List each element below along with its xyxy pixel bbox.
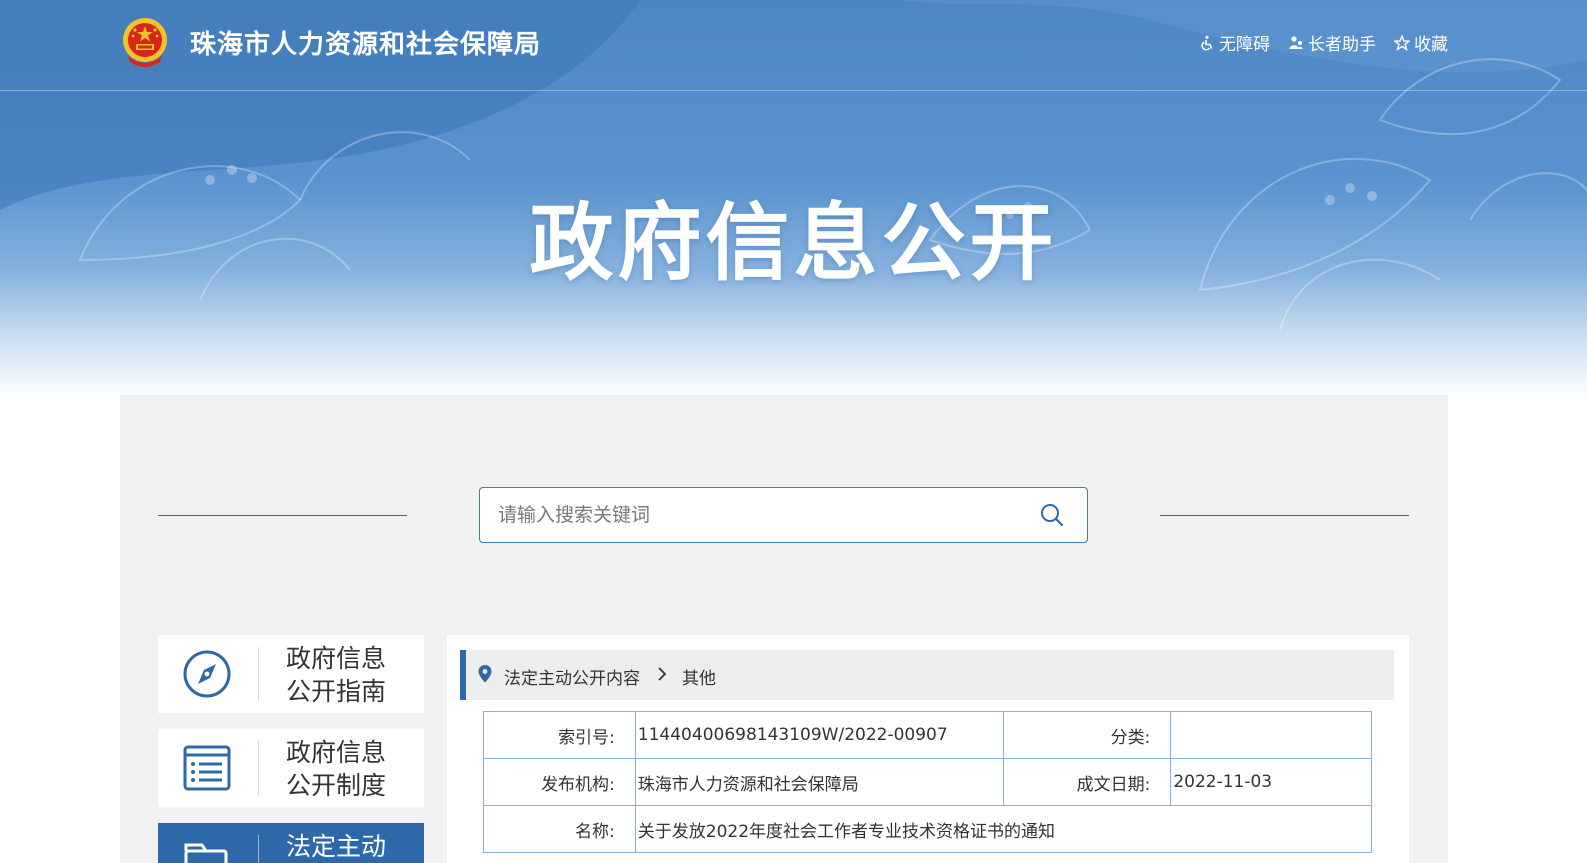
elder-helper-label: 长者助手 bbox=[1308, 35, 1376, 55]
category-value bbox=[1170, 711, 1372, 759]
hero-title: 政府信息公开 bbox=[529, 194, 1058, 292]
breadcrumb: 法定主动公开内容 其他 bbox=[460, 650, 1394, 700]
top-bar: 珠海市人力资源和社会保障局 无障碍 长者助手 收藏 bbox=[0, 0, 1587, 91]
sidebar-item-disclosure-guide[interactable]: 政府信息公开指南 bbox=[158, 635, 424, 713]
breadcrumb-parent-link[interactable]: 法定主动公开内容 bbox=[504, 664, 640, 689]
name-value: 关于发放2022年度社会工作者专业技术资格证书的通知 bbox=[634, 805, 1373, 853]
sidebar-divider bbox=[258, 741, 259, 795]
accessibility-link[interactable]: 无障碍 bbox=[1199, 30, 1270, 55]
index-label: 索引号: bbox=[483, 711, 636, 759]
publisher-value: 珠海市人力资源和社会保障局 bbox=[634, 758, 1004, 806]
sidebar-item-label: 政府信息公开制度 bbox=[286, 738, 387, 800]
search-divider-left bbox=[158, 515, 407, 516]
table-row: 名称: 关于发放2022年度社会工作者专业技术资格证书的通知 bbox=[483, 805, 1373, 853]
compass-icon bbox=[183, 650, 231, 698]
breadcrumb-current[interactable]: 其他 bbox=[682, 664, 716, 689]
chevron-right-icon bbox=[658, 667, 667, 681]
table-row: 发布机构: 珠海市人力资源和社会保障局 成文日期: 2022-11-03 bbox=[483, 758, 1372, 806]
document-meta-table: 索引号: 11440400698143109W/2022-00907 分类: 发… bbox=[483, 711, 1373, 853]
top-links: 无障碍 长者助手 收藏 bbox=[1199, 30, 1448, 55]
document-list-icon bbox=[183, 745, 231, 791]
sidebar-item-statutory-disclosure[interactable]: 法定主动 bbox=[158, 823, 424, 863]
elder-helper-icon bbox=[1289, 35, 1303, 49]
star-icon bbox=[1394, 34, 1410, 51]
sidebar-item-disclosure-system[interactable]: 政府信息公开制度 bbox=[158, 729, 424, 807]
date-value: 2022-11-03 bbox=[1170, 758, 1372, 806]
date-label: 成文日期: bbox=[1002, 758, 1172, 806]
sidebar-item-label: 法定主动 bbox=[286, 832, 387, 861]
name-label: 名称: bbox=[483, 805, 636, 853]
sidebar-divider bbox=[258, 835, 259, 863]
search-divider-right bbox=[1160, 515, 1409, 516]
index-value: 11440400698143109W/2022-00907 bbox=[634, 711, 1004, 759]
table-row: 索引号: 11440400698143109W/2022-00907 分类: bbox=[483, 711, 1372, 759]
favorite-label: 收藏 bbox=[1414, 35, 1448, 55]
sidebar-item-label: 政府信息公开指南 bbox=[286, 644, 387, 706]
search-icon[interactable] bbox=[1039, 502, 1065, 528]
publisher-label: 发布机构: bbox=[483, 758, 636, 806]
location-pin-icon bbox=[478, 665, 492, 683]
folder-icon bbox=[184, 843, 228, 863]
accessibility-label: 无障碍 bbox=[1219, 35, 1270, 55]
search-input[interactable] bbox=[480, 488, 1020, 542]
main-panel: 政府信息公开指南 政府信息公开制度 法定主动 法定主动公开内容 bbox=[120, 395, 1448, 863]
elder-helper-link[interactable]: 长者助手 bbox=[1288, 30, 1376, 55]
site-title: 珠海市人力资源和社会保障局 bbox=[190, 30, 542, 60]
national-emblem-icon bbox=[123, 18, 167, 67]
category-label: 分类: bbox=[1002, 711, 1172, 759]
favorite-link[interactable]: 收藏 bbox=[1394, 30, 1448, 55]
sidebar-divider bbox=[258, 647, 259, 701]
search-box bbox=[479, 487, 1088, 543]
header-banner: 珠海市人力资源和社会保障局 无障碍 长者助手 收藏 政府信息公开 bbox=[0, 0, 1587, 400]
content-area: 法定主动公开内容 其他 索引号: 11440400698143109W/2022… bbox=[447, 635, 1409, 863]
wheelchair-icon bbox=[1201, 35, 1213, 50]
